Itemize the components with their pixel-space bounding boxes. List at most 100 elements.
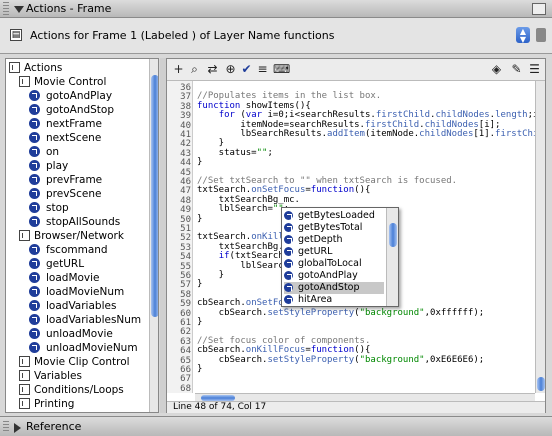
code-hint-label: getURL xyxy=(298,246,333,257)
panel-grip-icon[interactable] xyxy=(3,421,9,433)
debug-options-icon[interactable]: ✎ xyxy=(509,62,524,77)
toolbox-action-item[interactable]: on xyxy=(29,145,59,159)
code-line[interactable]: } xyxy=(197,214,202,225)
code-line[interactable]: } xyxy=(197,157,202,168)
pin-script-icon[interactable] xyxy=(536,28,546,42)
reference-panel-bar[interactable]: Reference xyxy=(0,416,552,436)
find-icon[interactable]: ⌕ xyxy=(187,62,202,77)
code-line[interactable]: } xyxy=(197,317,202,328)
method-icon xyxy=(284,223,293,232)
method-icon xyxy=(284,271,293,280)
panel-grip-icon[interactable] xyxy=(3,2,9,15)
toolbox-action-item[interactable]: nextFrame xyxy=(29,117,102,131)
toolbox-category[interactable]: Printing xyxy=(19,397,74,411)
action-icon xyxy=(29,132,40,143)
toolbox-action-item[interactable]: getURL xyxy=(29,257,84,271)
reference-icon[interactable]: ◈ xyxy=(489,62,504,77)
toolbox-item-label: Actions xyxy=(24,62,63,74)
toolbox-category[interactable]: Variables xyxy=(19,369,82,383)
method-icon xyxy=(284,259,293,268)
code-line[interactable]: cbSearch.setStyleProperty("background",0… xyxy=(197,308,485,319)
action-icon xyxy=(29,342,40,353)
toolbox-action-item[interactable]: prevScene xyxy=(29,187,101,201)
toolbox-action-item[interactable]: loadMovieNum xyxy=(29,285,124,299)
code-hint-item[interactable]: globalToLocal xyxy=(284,258,384,270)
code-line[interactable]: lbSearchResults.addItem(itemNode.childNo… xyxy=(197,129,535,140)
code-hint-item[interactable]: gotoAndPlay xyxy=(284,270,384,282)
editor-vertical-thumb[interactable] xyxy=(537,377,545,391)
toolbox-item-label: gotoAndPlay xyxy=(46,90,113,102)
toolbox-action-item[interactable]: nextScene xyxy=(29,131,101,145)
toolbox-category[interactable]: Movie Clip Control xyxy=(19,355,130,369)
code-hint-label: getBytesTotal xyxy=(298,222,363,233)
toolbox-category[interactable]: Browser/Network xyxy=(19,229,124,243)
action-icon xyxy=(29,300,40,311)
code-hint-item[interactable]: getURL xyxy=(284,246,384,258)
panel-title: Actions - Frame xyxy=(26,2,112,15)
toolbox-item-label: Variables xyxy=(34,370,82,382)
toolbox-action-item[interactable]: gotoAndPlay xyxy=(29,89,112,103)
code-line[interactable]: cbSearch.setStyleProperty("background",0… xyxy=(197,355,485,366)
replace-icon[interactable]: ⇄ xyxy=(205,62,220,77)
auto-format-icon[interactable]: ≡ xyxy=(255,62,270,77)
book-icon xyxy=(19,398,30,409)
code-hint-scrollbar[interactable] xyxy=(386,208,398,306)
panel-menu-icon[interactable] xyxy=(532,3,546,15)
toolbox-action-item[interactable]: gotoAndStop xyxy=(29,103,114,117)
view-options-icon[interactable]: ☰ xyxy=(527,62,542,77)
code-line[interactable]: } xyxy=(197,279,202,290)
code-hint-scroll-thumb[interactable] xyxy=(389,223,397,247)
toolbox-category[interactable]: Conditions/Loops xyxy=(19,383,124,397)
toolbox-item-label: on xyxy=(46,146,60,158)
code-hint-popup[interactable]: getBytesLoaded getBytesTotal getDepth getUR… xyxy=(281,207,399,307)
toolbox-action-item[interactable]: prevFrame xyxy=(29,173,102,187)
toolbox-category[interactable]: Actions xyxy=(9,61,62,75)
action-icon xyxy=(29,244,40,255)
code-line[interactable]: } xyxy=(197,364,202,375)
editor-vertical-scrollbar[interactable] xyxy=(535,81,545,393)
toolbox-action-item[interactable]: loadVariables xyxy=(29,299,116,313)
code-line[interactable]: lblSearch=""; xyxy=(197,204,289,215)
frame-dropdown-button[interactable]: ▲ ▼ xyxy=(516,27,530,44)
toolbox-category[interactable]: Movie Control xyxy=(19,75,106,89)
code-hint-icon[interactable]: ⌨ xyxy=(273,62,290,77)
toolbox-action-item[interactable]: stop xyxy=(29,201,69,215)
code-hint-label: gotoAndPlay xyxy=(298,270,358,281)
code-hint-item[interactable]: getDepth xyxy=(284,234,384,246)
code-hint-label: getDepth xyxy=(298,234,343,245)
toolbox-action-item[interactable]: unloadMovieNum xyxy=(29,341,138,355)
code-line[interactable]: status=""; xyxy=(197,148,273,159)
actions-toolbox: Actions Movie Control gotoAndPlay gotoAndSt… xyxy=(5,58,159,413)
editor-status-line: Line 48 of 74, Col 17 xyxy=(167,401,545,413)
code-hint-item[interactable]: getBytesLoaded xyxy=(284,210,384,222)
toolbox-item-label: unloadMovie xyxy=(46,328,113,340)
toolbox-scroll-thumb[interactable] xyxy=(151,75,158,317)
target-icon[interactable]: ⊕ xyxy=(223,62,238,77)
check-syntax-icon[interactable]: ✔ xyxy=(239,62,254,77)
line-number: 68 xyxy=(180,383,191,394)
code-hint-item[interactable]: getBytesTotal xyxy=(284,222,384,234)
toolbox-action-item[interactable]: fscommand xyxy=(29,243,108,257)
toolbox-action-item[interactable]: loadMovie xyxy=(29,271,100,285)
toolbox-scrollbar[interactable] xyxy=(149,59,158,412)
add-icon[interactable]: + xyxy=(171,62,186,77)
code-hint-item[interactable]: gotoAndStop xyxy=(284,282,384,294)
editor-horizontal-scrollbar[interactable] xyxy=(195,393,535,401)
frame-selector-label[interactable]: Actions for Frame 1 (Labeled ) of Layer … xyxy=(30,29,334,42)
method-icon xyxy=(284,283,293,292)
toolbox-action-item[interactable]: play xyxy=(29,159,68,173)
method-icon xyxy=(284,235,293,244)
toolbox-action-item[interactable]: loadVariablesNum xyxy=(29,313,141,327)
actions-panel-titlebar[interactable]: Actions - Frame xyxy=(0,0,552,18)
code-hint-item[interactable]: hitArea xyxy=(284,294,384,306)
toolbox-action-item[interactable]: stopAllSounds xyxy=(29,215,120,229)
toolbox-item-label: fscommand xyxy=(46,244,108,256)
toolbox-item-label: gotoAndStop xyxy=(46,104,115,116)
expand-arrow-icon[interactable] xyxy=(14,423,21,433)
toolbox-action-item[interactable]: unloadMovie xyxy=(29,327,113,341)
action-icon xyxy=(29,90,40,101)
toolbox-item-label: nextFrame xyxy=(46,118,102,130)
collapse-arrow-icon[interactable] xyxy=(14,6,24,13)
toolbox-item-label: Movie Control xyxy=(34,76,107,88)
toolbox-item-label: Printing xyxy=(34,398,75,410)
